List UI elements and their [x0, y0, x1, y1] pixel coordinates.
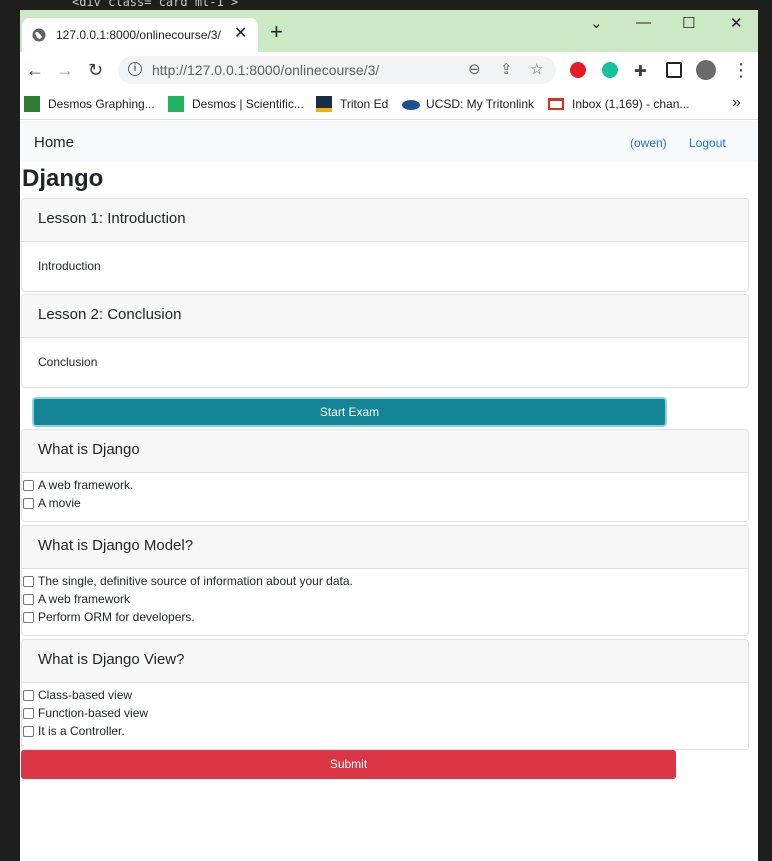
question-card: What is Django A web framework. A movie: [21, 429, 749, 522]
window-close-icon[interactable]: ✕: [730, 14, 743, 32]
choice-checkbox[interactable]: [23, 575, 34, 587]
menu-kebab-icon[interactable]: ⋮: [732, 60, 750, 81]
grammarly-extension-icon[interactable]: [602, 62, 618, 78]
back-icon[interactable]: ←: [26, 60, 44, 81]
site-navbar: Home (owen) Logout: [20, 121, 758, 162]
choice-checkbox[interactable]: [23, 707, 34, 719]
nav-logout-link[interactable]: Logout: [689, 136, 726, 150]
choice-list: A web framework. A movie: [22, 473, 748, 515]
url-text[interactable]: http://127.0.0.1:8000/onlinecourse/3/: [152, 62, 379, 78]
choice-option[interactable]: A movie: [22, 494, 748, 512]
bookmark-desmos-graphing[interactable]: Desmos Graphing...: [48, 97, 155, 111]
desmos-graphing-icon: [24, 96, 40, 112]
choice-label: A web framework.: [38, 478, 134, 492]
bookmark-gmail-inbox[interactable]: Inbox (1,169) - chan...: [572, 97, 689, 111]
lesson-title: Lesson 1: Introduction: [22, 199, 748, 242]
side-panel-icon[interactable]: [666, 62, 682, 78]
start-exam-button[interactable]: Start Exam: [32, 397, 667, 427]
lesson-card: Lesson 2: Conclusion Conclusion: [21, 294, 749, 388]
bookmarks-overflow-icon[interactable]: »: [732, 94, 741, 112]
share-icon[interactable]: ⇪: [500, 60, 513, 78]
browser-toolbar: ← → ↻ i http://127.0.0.1:8000/onlinecour…: [20, 52, 758, 90]
lesson-content: Conclusion: [38, 355, 98, 369]
question-text: What is Django View?: [22, 640, 748, 683]
desmos-scientific-icon: [168, 96, 184, 112]
choice-label: A movie: [38, 496, 81, 510]
nav-home-link[interactable]: Home: [34, 134, 74, 151]
choice-checkbox[interactable]: [23, 497, 34, 509]
choice-option[interactable]: Perform ORM for developers.: [22, 608, 748, 626]
extensions-puzzle-icon[interactable]: ✚: [634, 62, 647, 80]
choice-checkbox[interactable]: [23, 611, 34, 623]
gmail-icon: [548, 98, 564, 110]
choice-list: The single, definitive source of informa…: [22, 569, 748, 629]
submit-button[interactable]: Submit: [21, 750, 676, 779]
editor-right-gutter: [758, 0, 772, 861]
zoom-icon[interactable]: ⊖: [468, 60, 481, 78]
triton-ed-icon: [316, 96, 332, 112]
bookmark-tritonlink[interactable]: UCSD: My Tritonlink: [426, 97, 534, 111]
choice-label: Perform ORM for developers.: [38, 610, 195, 624]
globe-icon: [32, 28, 46, 42]
bookmark-triton-ed[interactable]: Triton Ed: [340, 97, 388, 111]
editor-gutter: [0, 0, 20, 861]
choice-option[interactable]: It is a Controller.: [22, 722, 748, 740]
nav-username[interactable]: (owen): [630, 136, 667, 150]
question-card: What is Django View? Class-based view Fu…: [21, 639, 749, 750]
choice-option[interactable]: A web framework: [22, 590, 748, 608]
choice-label: Function-based view: [38, 706, 149, 720]
question-text: What is Django: [22, 430, 748, 473]
choice-option[interactable]: Class-based view: [22, 686, 748, 704]
minimize-icon[interactable]: —: [636, 14, 651, 31]
bookmark-star-icon[interactable]: ☆: [530, 60, 543, 78]
choice-option[interactable]: A web framework.: [22, 476, 748, 494]
lesson-content: Introduction: [38, 259, 101, 273]
adblock-extension-icon[interactable]: [570, 62, 586, 78]
choice-option[interactable]: The single, definitive source of informa…: [22, 572, 748, 590]
lesson-card: Lesson 1: Introduction Introduction: [21, 198, 749, 292]
address-bar[interactable]: i http://127.0.0.1:8000/onlinecourse/3/ …: [118, 56, 556, 84]
choice-checkbox[interactable]: [23, 725, 34, 737]
choice-checkbox[interactable]: [23, 593, 34, 605]
choice-label: A web framework: [38, 592, 131, 606]
bookmark-desmos-scientific[interactable]: Desmos | Scientific...: [192, 97, 304, 111]
editor-code-line: <div class= card mt-1 >: [72, 0, 239, 9]
tab-search-icon[interactable]: ⌄: [590, 14, 603, 32]
page-content: Home (owen) Logout Django Lesson 1: Intr…: [20, 121, 758, 861]
page-title: Django: [22, 165, 104, 192]
browser-tab[interactable]: 127.0.0.1:8000/onlinecourse/3/ ✕: [22, 18, 258, 52]
question-card: What is Django Model? The single, defini…: [21, 525, 749, 636]
maximize-icon[interactable]: ☐: [682, 14, 695, 32]
choice-label: The single, definitive source of informa…: [38, 574, 353, 588]
reload-icon[interactable]: ↻: [88, 60, 103, 81]
tab-title: 127.0.0.1:8000/onlinecourse/3/: [56, 28, 221, 42]
site-info-icon[interactable]: i: [128, 62, 142, 76]
new-tab-button[interactable]: +: [270, 21, 283, 43]
choice-label: Class-based view: [38, 688, 133, 702]
choice-checkbox[interactable]: [23, 689, 34, 701]
choice-option[interactable]: Function-based view: [22, 704, 748, 722]
browser-window: 127.0.0.1:8000/onlinecourse/3/ ✕ + ⌄ — ☐…: [20, 10, 758, 861]
question-text: What is Django Model?: [22, 526, 748, 569]
forward-icon[interactable]: →: [56, 60, 74, 81]
choice-label: It is a Controller.: [38, 724, 125, 738]
choice-list: Class-based view Function-based view It …: [22, 683, 748, 743]
ucsd-icon: [402, 100, 420, 110]
tab-bar: 127.0.0.1:8000/onlinecourse/3/ ✕ + ⌄ — ☐…: [20, 10, 758, 52]
choice-checkbox[interactable]: [23, 479, 34, 491]
close-tab-icon[interactable]: ✕: [234, 23, 247, 43]
lesson-title: Lesson 2: Conclusion: [22, 295, 748, 338]
profile-avatar[interactable]: [696, 60, 716, 80]
bookmarks-bar: Desmos Graphing... Desmos | Scientific..…: [20, 90, 758, 120]
